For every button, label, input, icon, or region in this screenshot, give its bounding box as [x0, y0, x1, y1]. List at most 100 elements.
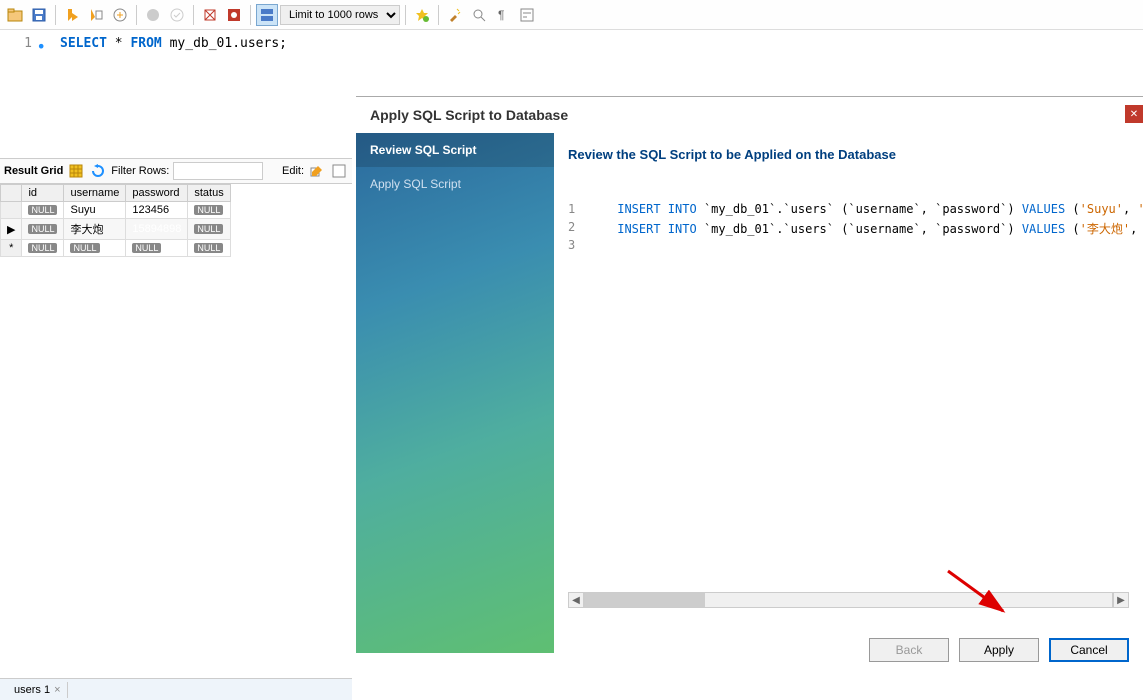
- sql-string: '李大炮': [1080, 222, 1130, 236]
- save-icon[interactable]: [28, 4, 50, 26]
- execute-current-icon[interactable]: [85, 4, 107, 26]
- dialog-header: Review the SQL Script to be Applied on t…: [568, 147, 1129, 162]
- editor-gutter: 1 •: [0, 36, 40, 51]
- table-row[interactable]: * NULL NULL NULL NULL: [1, 240, 231, 257]
- dialog-main: Review the SQL Script to be Applied on t…: [554, 133, 1143, 653]
- col-id[interactable]: id: [22, 185, 64, 202]
- favorite-icon[interactable]: [411, 4, 433, 26]
- null-badge: NULL: [70, 243, 99, 253]
- col-password[interactable]: password: [126, 185, 188, 202]
- null-badge: NULL: [194, 243, 223, 253]
- sql-keyword: INSERT INTO: [617, 222, 696, 236]
- result-toolbar: Result Grid Filter Rows: Edit:: [0, 158, 352, 184]
- scroll-thumb[interactable]: [585, 593, 705, 607]
- dialog-steps-sidebar: Review SQL Script Apply SQL Script: [356, 133, 554, 653]
- cell[interactable]: NULL: [64, 240, 126, 257]
- row-gutter-header: [1, 185, 22, 202]
- cell[interactable]: NULL: [126, 240, 188, 257]
- cell-selected[interactable]: 15894898: [126, 219, 188, 240]
- filter-input[interactable]: [173, 162, 263, 180]
- commit-icon[interactable]: [166, 4, 188, 26]
- add-row-icon[interactable]: [330, 162, 348, 180]
- cell[interactable]: Suyu: [64, 202, 126, 219]
- table-row[interactable]: ▶ NULL 李大炮 15894898 NULL: [1, 219, 231, 240]
- refresh-icon[interactable]: [89, 162, 107, 180]
- cell[interactable]: 123456: [126, 202, 188, 219]
- execute-icon[interactable]: [61, 4, 83, 26]
- result-panel: Result Grid Filter Rows: Edit: id userna…: [0, 158, 352, 257]
- open-file-icon[interactable]: [4, 4, 26, 26]
- script-gutter: 1 2 3: [568, 202, 587, 256]
- result-tabs: users 1 ×: [0, 678, 352, 700]
- wrap-icon[interactable]: [516, 4, 538, 26]
- cell[interactable]: NULL: [22, 240, 64, 257]
- sql-keyword: VALUES: [1022, 222, 1065, 236]
- cancel-button[interactable]: Cancel: [1049, 638, 1129, 662]
- filter-label: Filter Rows:: [111, 165, 169, 177]
- horizontal-scrollbar[interactable]: ◀ ▶: [568, 592, 1129, 608]
- null-badge: NULL: [132, 243, 161, 253]
- separator: [405, 5, 406, 25]
- line-number: 2: [568, 220, 575, 238]
- null-badge: NULL: [194, 205, 223, 215]
- line-number: 3: [568, 238, 575, 256]
- explain-icon[interactable]: [109, 4, 131, 26]
- edit-label: Edit:: [282, 165, 304, 177]
- scroll-track[interactable]: [584, 592, 1113, 608]
- no-limit-icon[interactable]: [199, 4, 221, 26]
- autocommit-icon[interactable]: [223, 4, 245, 26]
- table-row[interactable]: NULL Suyu 123456 NULL: [1, 202, 231, 219]
- svg-text:¶: ¶: [498, 8, 504, 22]
- cell[interactable]: 李大炮: [64, 219, 126, 240]
- line-number: 1: [24, 36, 32, 51]
- main-toolbar: Limit to 1000 rows ¶: [0, 0, 1143, 30]
- row-gutter: ▶: [1, 219, 22, 240]
- tab-users-1[interactable]: users 1 ×: [8, 682, 68, 698]
- sql-keyword: FROM: [130, 36, 161, 51]
- row-gutter: [1, 202, 22, 219]
- find-icon[interactable]: [468, 4, 490, 26]
- show-invisible-icon[interactable]: ¶: [492, 4, 514, 26]
- null-badge: NULL: [194, 224, 223, 234]
- sql-string: '123: [1137, 202, 1143, 216]
- toggle-result-icon[interactable]: [256, 4, 278, 26]
- sql-text: *: [107, 36, 130, 51]
- breakpoint-dot: •: [36, 37, 46, 56]
- close-icon[interactable]: ✕: [1125, 105, 1143, 123]
- script-preview[interactable]: 1 2 3 INSERT INTO `my_db_01`.`users` (`u…: [568, 202, 1129, 256]
- sql-string: 'Suyu': [1080, 202, 1123, 216]
- cell[interactable]: NULL: [188, 240, 230, 257]
- apply-button[interactable]: Apply: [959, 638, 1039, 662]
- sql-text: my_db_01.users;: [162, 36, 287, 51]
- close-icon[interactable]: ×: [54, 684, 60, 696]
- edit-row-icon[interactable]: [308, 162, 326, 180]
- col-username[interactable]: username: [64, 185, 126, 202]
- sql-text: `my_db_01`.`users` (`username`, `passwor…: [697, 222, 1022, 236]
- dialog-buttons: Back Apply Cancel: [869, 638, 1129, 662]
- beautify-icon[interactable]: [444, 4, 466, 26]
- scroll-right-icon[interactable]: ▶: [1113, 592, 1129, 608]
- result-label: Result Grid: [4, 165, 63, 177]
- cell[interactable]: NULL: [22, 202, 64, 219]
- cell[interactable]: NULL: [22, 219, 64, 240]
- col-status[interactable]: status: [188, 185, 230, 202]
- apply-script-dialog: Apply SQL Script to Database ✕ Review SQ…: [356, 96, 1143, 676]
- back-button: Back: [869, 638, 949, 662]
- separator: [438, 5, 439, 25]
- cell[interactable]: NULL: [188, 219, 230, 240]
- line-number: 1: [568, 202, 575, 220]
- sql-editor[interactable]: 1 • SELECT * FROM my_db_01.users;: [0, 30, 1143, 57]
- separator: [193, 5, 194, 25]
- separator: [55, 5, 56, 25]
- stop-icon[interactable]: [142, 4, 164, 26]
- result-grid[interactable]: id username password status NULL Suyu 12…: [0, 184, 231, 257]
- cell[interactable]: NULL: [188, 202, 230, 219]
- step-review[interactable]: Review SQL Script: [356, 133, 554, 167]
- null-badge: NULL: [28, 205, 57, 215]
- row-limit-select[interactable]: Limit to 1000 rows: [280, 5, 400, 25]
- sql-code-line[interactable]: SELECT * FROM my_db_01.users;: [40, 36, 287, 51]
- grid-view-icon[interactable]: [67, 162, 85, 180]
- scroll-left-icon[interactable]: ◀: [568, 592, 584, 608]
- sql-text: ,: [1130, 222, 1143, 236]
- sql-keyword: VALUES: [1022, 202, 1065, 216]
